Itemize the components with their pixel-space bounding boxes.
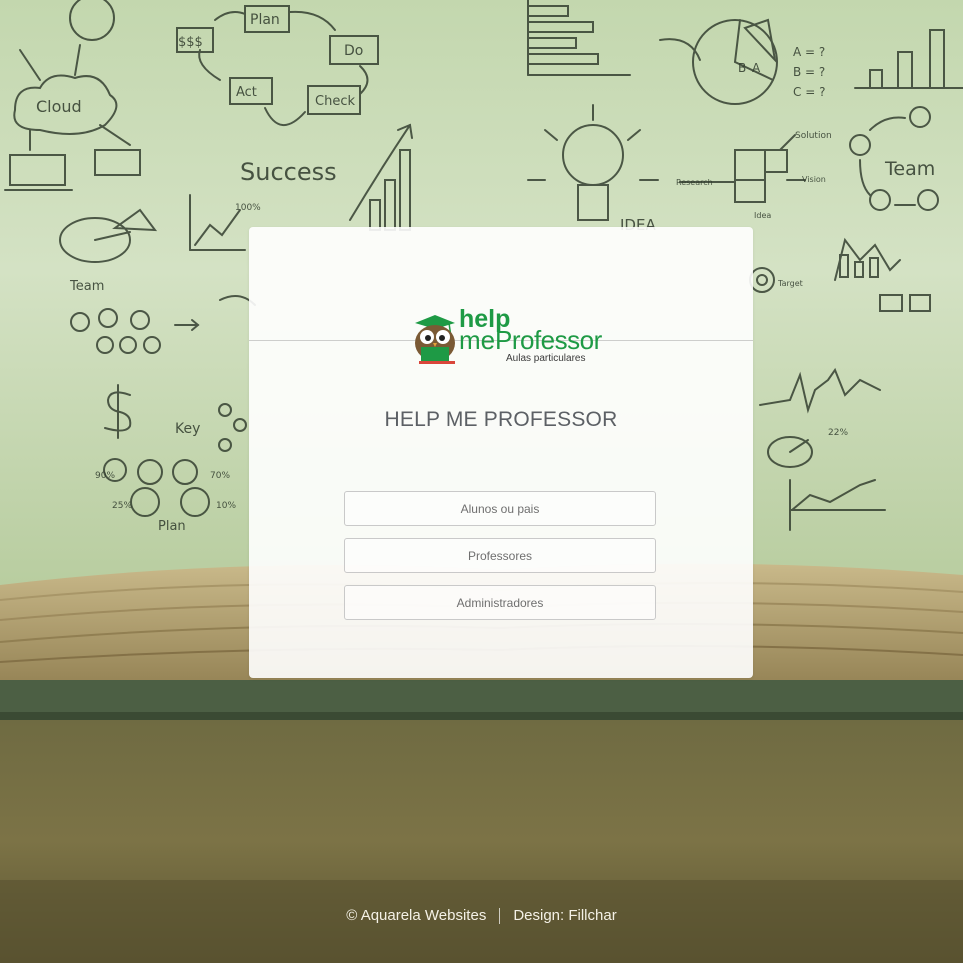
svg-text:Plan: Plan xyxy=(250,12,280,28)
svg-text:B: B xyxy=(738,61,746,75)
svg-text:$$$: $$$ xyxy=(178,35,203,50)
logo-word-professor: Professor xyxy=(495,325,602,355)
svg-text:Target: Target xyxy=(777,279,803,288)
teachers-button[interactable]: Professores xyxy=(344,538,656,573)
svg-text:25%: 25% xyxy=(112,501,132,511)
svg-text:Key: Key xyxy=(175,421,200,437)
svg-text:22%: 22% xyxy=(828,428,848,438)
svg-text:Act: Act xyxy=(236,85,257,100)
svg-text:Idea: Idea xyxy=(754,211,771,220)
svg-text:Solution: Solution xyxy=(795,131,832,141)
svg-text:90%: 90% xyxy=(95,471,115,481)
svg-text:Team: Team xyxy=(69,279,104,294)
svg-text:B = ?: B = ? xyxy=(793,65,825,79)
page-title: HELP ME PROFESSOR xyxy=(384,408,618,431)
svg-text:Vision: Vision xyxy=(802,175,826,184)
svg-text:Team: Team xyxy=(884,158,935,180)
svg-text:Cloud: Cloud xyxy=(36,97,82,116)
svg-text:A: A xyxy=(752,61,761,75)
footer: © Aquarela Websites Design: Fillchar xyxy=(0,907,963,925)
footer-copyright: © Aquarela Websites xyxy=(346,907,487,924)
svg-text:Check: Check xyxy=(315,94,355,109)
svg-text:Plan: Plan xyxy=(158,519,186,534)
footer-separator xyxy=(499,908,501,925)
brand-logo[interactable]: help me Professor Aulas particulares xyxy=(409,305,602,369)
students-parents-button[interactable]: Alunos ou pais xyxy=(344,491,656,526)
svg-text:70%: 70% xyxy=(210,471,230,481)
svg-text:A = ?: A = ? xyxy=(793,45,825,59)
svg-text:C = ?: C = ? xyxy=(793,85,825,99)
login-card: help me Professor Aulas particulares HEL… xyxy=(249,227,753,678)
logo-tagline: Aulas particulares xyxy=(506,353,586,364)
administrators-button[interactable]: Administradores xyxy=(344,585,656,620)
footer-design-credit[interactable]: Design: Fillchar xyxy=(513,907,616,924)
svg-text:Research: Research xyxy=(676,178,713,187)
svg-text:100%: 100% xyxy=(235,203,261,213)
svg-text:Do: Do xyxy=(344,43,363,59)
svg-text:10%: 10% xyxy=(216,501,236,511)
logo-word-me: me xyxy=(459,325,496,355)
svg-text:Success: Success xyxy=(240,158,337,186)
